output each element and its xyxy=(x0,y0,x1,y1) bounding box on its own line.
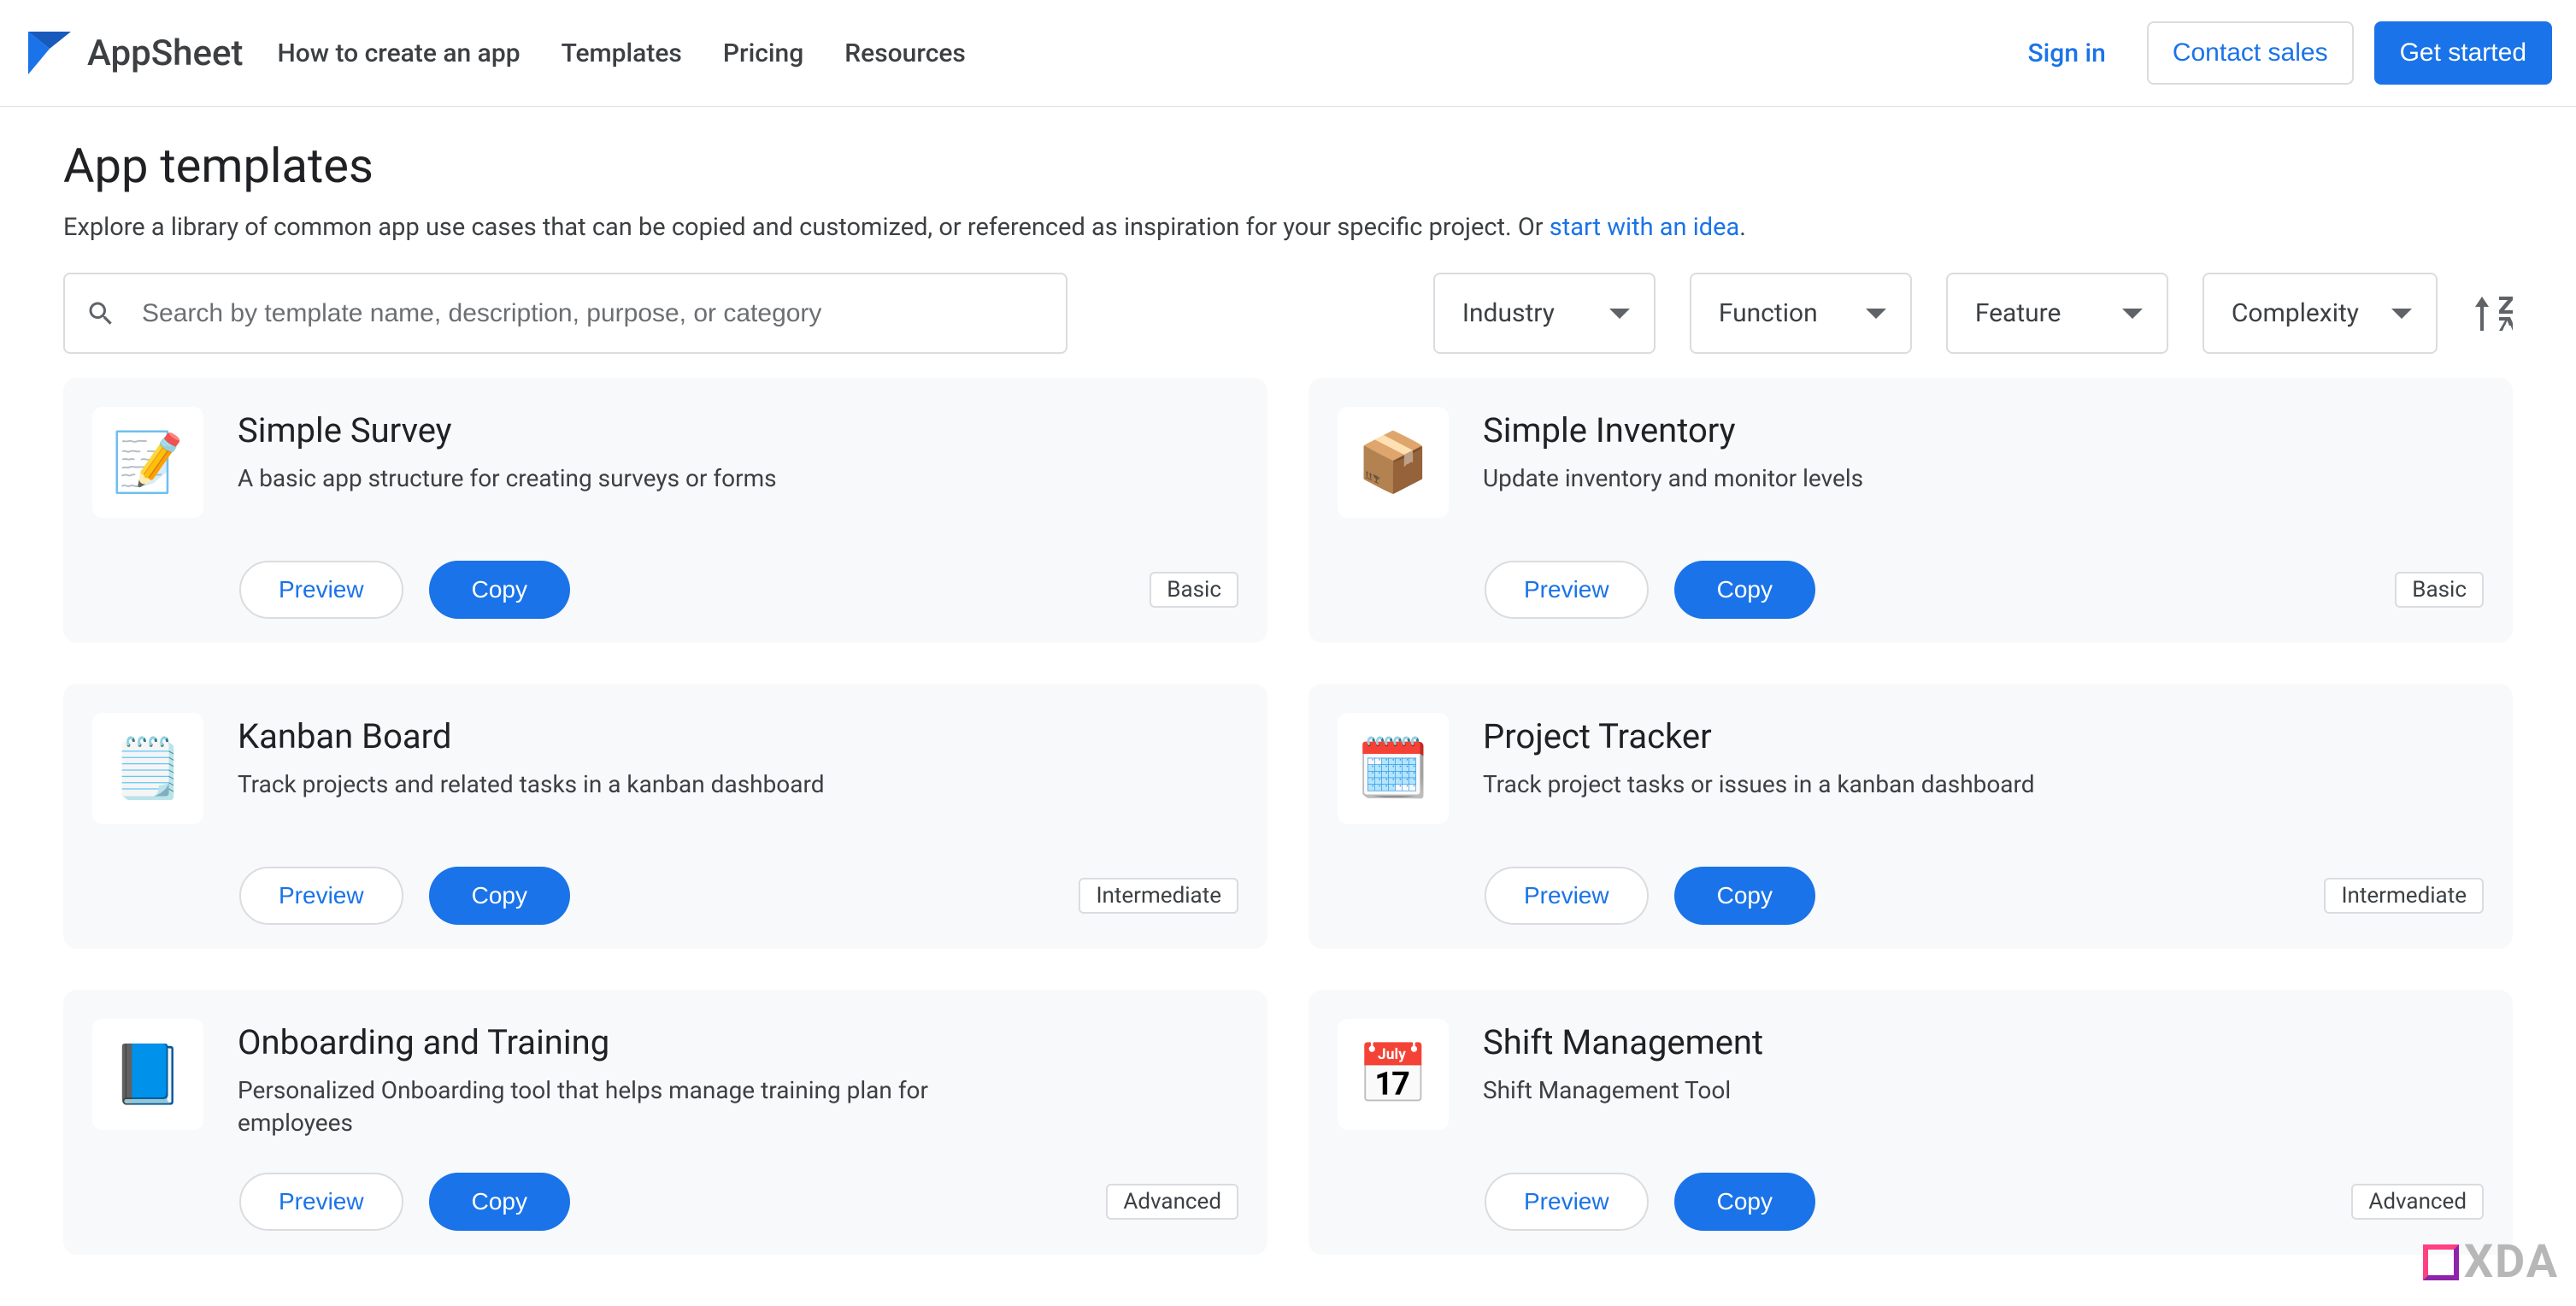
nav-pricing[interactable]: Pricing xyxy=(723,38,803,68)
page-body: App templates Explore a library of commo… xyxy=(0,107,2576,1306)
watermark-icon xyxy=(2423,1244,2459,1280)
chevron-down-icon xyxy=(2391,309,2412,319)
page-subtitle: Explore a library of common app use case… xyxy=(63,213,2513,242)
sign-in-link[interactable]: Sign in xyxy=(2008,23,2126,84)
templates-grid: 📝 Simple Survey A basic app structure fo… xyxy=(63,378,2513,1255)
template-title: Project Tracker xyxy=(1483,716,2035,756)
subtitle-text: Explore a library of common app use case… xyxy=(63,213,1550,242)
start-with-idea-link[interactable]: start with an idea xyxy=(1550,213,1739,242)
nav-how-to-create[interactable]: How to create an app xyxy=(277,38,520,68)
complexity-badge: Intermediate xyxy=(2324,878,2484,914)
feature-label: Feature xyxy=(1975,298,2061,328)
template-card: 📘 Onboarding and Training Personalized O… xyxy=(63,990,1267,1255)
template-description: Track project tasks or issues in a kanba… xyxy=(1483,768,2035,801)
watermark: XDA xyxy=(2423,1235,2559,1289)
feature-dropdown[interactable]: Feature xyxy=(1946,273,2168,354)
contact-sales-button[interactable]: Contact sales xyxy=(2147,21,2354,85)
copy-button[interactable]: Copy xyxy=(1674,561,1815,619)
get-started-button[interactable]: Get started xyxy=(2374,21,2552,85)
chevron-down-icon xyxy=(2122,309,2143,319)
template-card: 🗒️ Kanban Board Track projects and relat… xyxy=(63,684,1267,949)
copy-button[interactable]: Copy xyxy=(429,561,570,619)
copy-button[interactable]: Copy xyxy=(1674,867,1815,925)
search-field-wrapper xyxy=(63,273,1067,354)
complexity-badge: Intermediate xyxy=(1079,878,1238,914)
template-card: 📦 Simple Inventory Update inventory and … xyxy=(1309,378,2513,643)
watermark-text: XDA xyxy=(2464,1235,2559,1289)
sort-alpha-icon xyxy=(2472,293,2513,334)
copy-button[interactable]: Copy xyxy=(429,1173,570,1231)
industry-dropdown[interactable]: Industry xyxy=(1433,273,1656,354)
brand-name: AppSheet xyxy=(87,32,243,74)
complexity-label: Complexity xyxy=(2232,298,2359,328)
complexity-badge: Basic xyxy=(1150,572,1238,608)
template-title: Shift Management xyxy=(1483,1022,1763,1062)
complexity-dropdown[interactable]: Complexity xyxy=(2203,273,2438,354)
template-icon: 📦 xyxy=(1338,407,1449,518)
template-card: 📅 Shift Management Shift Management Tool… xyxy=(1309,990,2513,1255)
template-title: Onboarding and Training xyxy=(238,1022,981,1062)
template-icon: 🗓️ xyxy=(1338,713,1449,824)
subtitle-suffix: . xyxy=(1739,213,1746,242)
preview-button[interactable]: Preview xyxy=(1485,867,1649,925)
search-icon xyxy=(85,298,116,329)
template-title: Simple Survey xyxy=(238,410,777,450)
function-label: Function xyxy=(1719,298,1818,328)
filter-controls: Industry Function Feature Complexity xyxy=(63,273,2513,354)
template-icon: 📅 xyxy=(1338,1019,1449,1130)
header-actions: Sign in Contact sales Get started xyxy=(2008,21,2553,85)
template-description: Track projects and related tasks in a ka… xyxy=(238,768,825,801)
template-description: Update inventory and monitor levels xyxy=(1483,462,1863,495)
sort-alpha-button[interactable] xyxy=(2472,293,2513,334)
template-icon: 🗒️ xyxy=(92,713,203,824)
preview-button[interactable]: Preview xyxy=(1485,561,1649,619)
template-icon: 📝 xyxy=(92,407,203,518)
page-title: App templates xyxy=(63,138,2513,194)
template-description: Personalized Onboarding tool that helps … xyxy=(238,1074,981,1139)
template-description: Shift Management Tool xyxy=(1483,1074,1763,1107)
chevron-down-icon xyxy=(1609,309,1630,319)
industry-label: Industry xyxy=(1462,298,1555,328)
search-input[interactable] xyxy=(63,273,1067,354)
appsheet-logo-icon xyxy=(24,27,75,79)
top-header: AppSheet How to create an app Templates … xyxy=(0,0,2576,107)
template-title: Simple Inventory xyxy=(1483,410,1863,450)
copy-button[interactable]: Copy xyxy=(1674,1173,1815,1231)
template-icon: 📘 xyxy=(92,1019,203,1130)
preview-button[interactable]: Preview xyxy=(239,867,403,925)
preview-button[interactable]: Preview xyxy=(239,561,403,619)
brand-logo[interactable]: AppSheet xyxy=(24,27,243,79)
template-card: 🗓️ Project Tracker Track project tasks o… xyxy=(1309,684,2513,949)
preview-button[interactable]: Preview xyxy=(1485,1173,1649,1231)
function-dropdown[interactable]: Function xyxy=(1690,273,1912,354)
template-title: Kanban Board xyxy=(238,716,825,756)
template-description: A basic app structure for creating surve… xyxy=(238,462,777,495)
chevron-down-icon xyxy=(1866,309,1886,319)
nav-resources[interactable]: Resources xyxy=(844,38,966,68)
preview-button[interactable]: Preview xyxy=(239,1173,403,1231)
complexity-badge: Advanced xyxy=(1106,1184,1238,1220)
copy-button[interactable]: Copy xyxy=(429,867,570,925)
nav-templates[interactable]: Templates xyxy=(562,38,682,68)
complexity-badge: Basic xyxy=(2395,572,2484,608)
primary-nav: How to create an app Templates Pricing R… xyxy=(277,38,965,68)
filter-dropdowns: Industry Function Feature Complexity xyxy=(1433,273,2513,354)
complexity-badge: Advanced xyxy=(2351,1184,2484,1220)
template-card: 📝 Simple Survey A basic app structure fo… xyxy=(63,378,1267,643)
